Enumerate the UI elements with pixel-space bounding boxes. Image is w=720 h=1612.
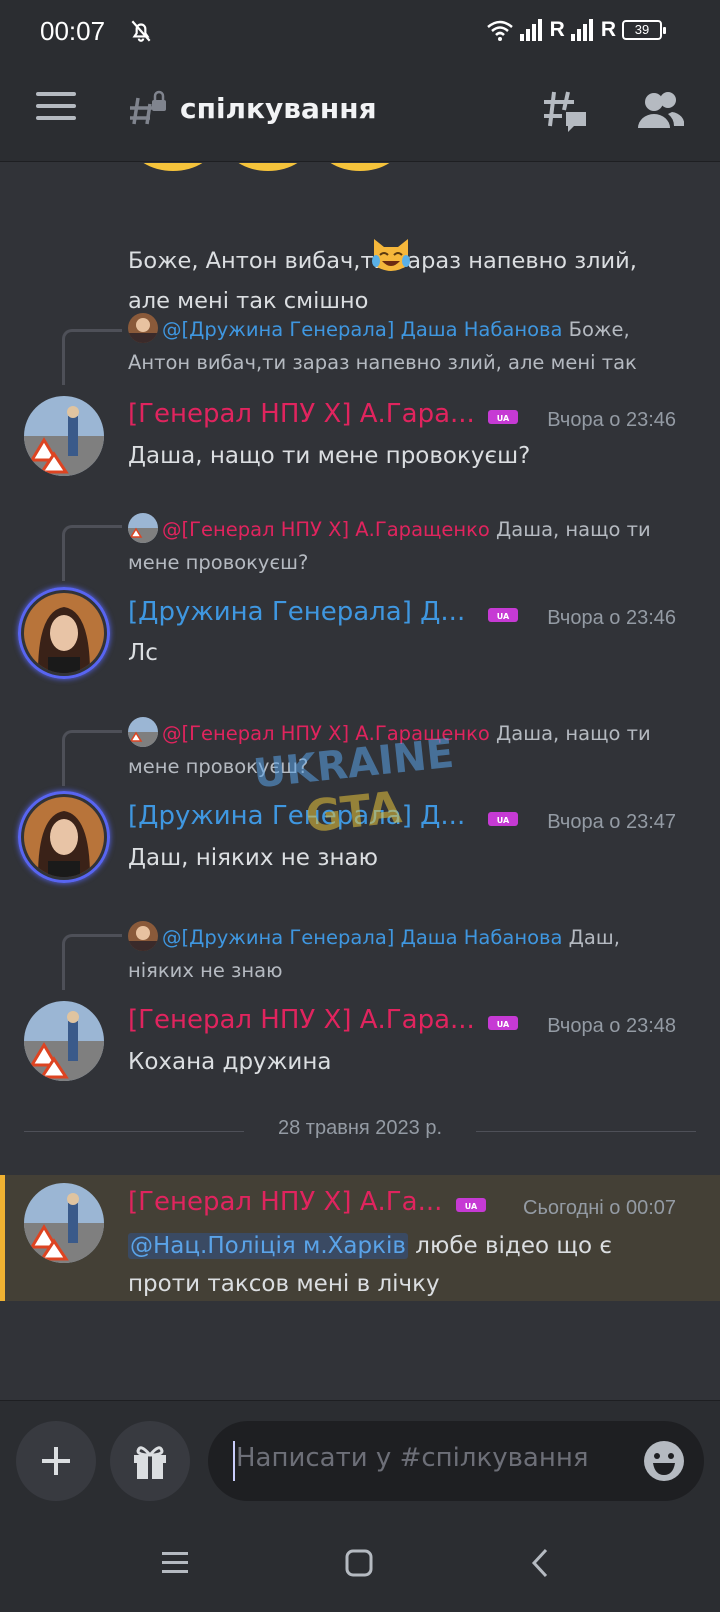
signal-icon-2: [570, 19, 593, 41]
svg-text:GTA: GTA: [303, 782, 404, 841]
svg-text:UA: UA: [497, 414, 510, 423]
reply-avatar: [128, 313, 158, 343]
locked-channel-icon: [130, 90, 166, 125]
menu-button[interactable]: [36, 92, 76, 128]
home-icon[interactable]: [342, 1546, 376, 1580]
role-badge-icon: UA: [488, 1016, 518, 1030]
message-input[interactable]: Написати у #спілкування: [208, 1421, 704, 1501]
svg-text:UA: UA: [497, 816, 510, 825]
message-timestamp: Сьогодні о 00:07: [523, 1197, 676, 1219]
reply-preview[interactable]: @[Генерал НПУ X] А.Гаращенко Даша, нащо …: [128, 513, 688, 579]
avatar[interactable]: [24, 396, 104, 476]
svg-text:UA: UA: [497, 612, 510, 621]
avatar[interactable]: [24, 593, 104, 673]
laughing-cat-emoji-icon: [372, 239, 410, 271]
menu-icon-bar: [36, 92, 76, 96]
avatar[interactable]: [24, 1183, 104, 1263]
gift-icon: [134, 1446, 166, 1479]
message-text: @Нац.Поліція м.Харків любе відео що є пр…: [128, 1227, 612, 1303]
menu-icon-bar: [36, 116, 76, 120]
channel-title: спілкування: [180, 92, 377, 125]
message-author[interactable]: [Генерал НПУ X] А.Гара...: [128, 399, 475, 429]
ukraine-gta-watermark-logo: UKRAINE GTA: [251, 731, 456, 841]
svg-text:UA: UA: [465, 1202, 478, 1211]
message-timestamp: Вчора о 23:47: [547, 811, 676, 833]
message-text-part: проти таксов мені в лічку: [128, 1271, 440, 1297]
emoji-icon[interactable]: [642, 1439, 686, 1483]
reply-mention[interactable]: @[Дружина Генерала] Даша Набанова: [162, 318, 562, 341]
status-bar: 00:07 R R 39: [0, 0, 720, 62]
avatar[interactable]: [24, 1001, 104, 1081]
status-time: 00:07: [40, 16, 106, 46]
reply-connector: [62, 730, 122, 786]
channel-header: спілкування: [0, 62, 720, 162]
role-badge-icon: UA: [488, 410, 518, 424]
message-text: Лс: [128, 640, 158, 666]
reply-avatar: [128, 513, 158, 543]
role-badge-icon: UA: [488, 812, 518, 826]
message-text: Даша, нащо ти мене провокуєш?: [128, 443, 531, 469]
plus-icon: [42, 1447, 70, 1475]
reply-avatar: [128, 717, 158, 747]
recent-apps-icon[interactable]: [158, 1546, 192, 1580]
message-input-placeholder: Написати у #спілкування: [236, 1443, 589, 1473]
attach-button[interactable]: [16, 1421, 96, 1501]
message-timestamp: Вчора о 23:46: [547, 409, 676, 431]
wifi-icon: [486, 20, 513, 41]
reply-mention[interactable]: @[Генерал НПУ X] А.Гаращенко: [162, 518, 490, 541]
reply-connector: [62, 934, 122, 990]
reply-mention[interactable]: @[Дружина Генерала] Даша Набанова: [162, 926, 562, 949]
reply-preview[interactable]: @[Дружина Генерала] Даша Набанова Даш, н…: [128, 921, 688, 987]
message-timestamp: Вчора о 23:48: [547, 1015, 676, 1037]
members-icon[interactable]: [636, 88, 684, 132]
threads-icon[interactable]: [540, 86, 590, 136]
date-divider: 28 травня 2023 р.: [24, 1117, 696, 1147]
reply-connector: [62, 525, 122, 581]
message-timestamp: Вчора о 23:46: [547, 607, 676, 629]
message-composer: Написати у #спілкування: [0, 1400, 720, 1510]
role-badge-icon: UA: [456, 1198, 486, 1212]
message-author[interactable]: [Генерал НПУ X] А.Га...: [128, 1187, 442, 1217]
text-caret: [233, 1441, 235, 1481]
signal-label-2: R: [600, 18, 616, 41]
user-mention[interactable]: @Нац.Поліція м.Харків: [128, 1233, 408, 1259]
back-icon[interactable]: [524, 1546, 558, 1580]
message-text: Кохана дружина: [128, 1049, 332, 1075]
svg-text:UA: UA: [497, 1020, 510, 1029]
message-text: Даш, ніяких не знаю: [128, 845, 378, 871]
message-list[interactable]: Боже, Антон вибач,ти зараз напевно злий,…: [0, 163, 720, 1400]
signal-icon: [519, 19, 542, 41]
message-author[interactable]: [Генерал НПУ X] А.Гара...: [128, 1005, 475, 1035]
reply-avatar: [128, 921, 158, 951]
system-nav-bar: [0, 1510, 720, 1612]
battery-icon: 39: [622, 20, 666, 40]
role-badge-icon: UA: [488, 608, 518, 622]
bell-muted-icon: [131, 20, 151, 42]
emoji-row-icon: [143, 163, 390, 171]
signal-label-1: R: [549, 18, 565, 41]
message-text-part: любе відео що є: [407, 1233, 613, 1259]
reply-preview[interactable]: @[Дружина Генерала] Даша Набанова Боже, …: [128, 313, 688, 379]
reply-connector: [62, 329, 122, 385]
menu-icon-bar: [36, 104, 76, 108]
gift-button[interactable]: [110, 1421, 190, 1501]
date-divider-label: 28 травня 2023 р.: [278, 1117, 442, 1139]
message-author[interactable]: [Дружина Генерала] Д...: [128, 597, 465, 627]
avatar[interactable]: [24, 797, 104, 877]
status-indicators: R R 39: [486, 18, 666, 42]
